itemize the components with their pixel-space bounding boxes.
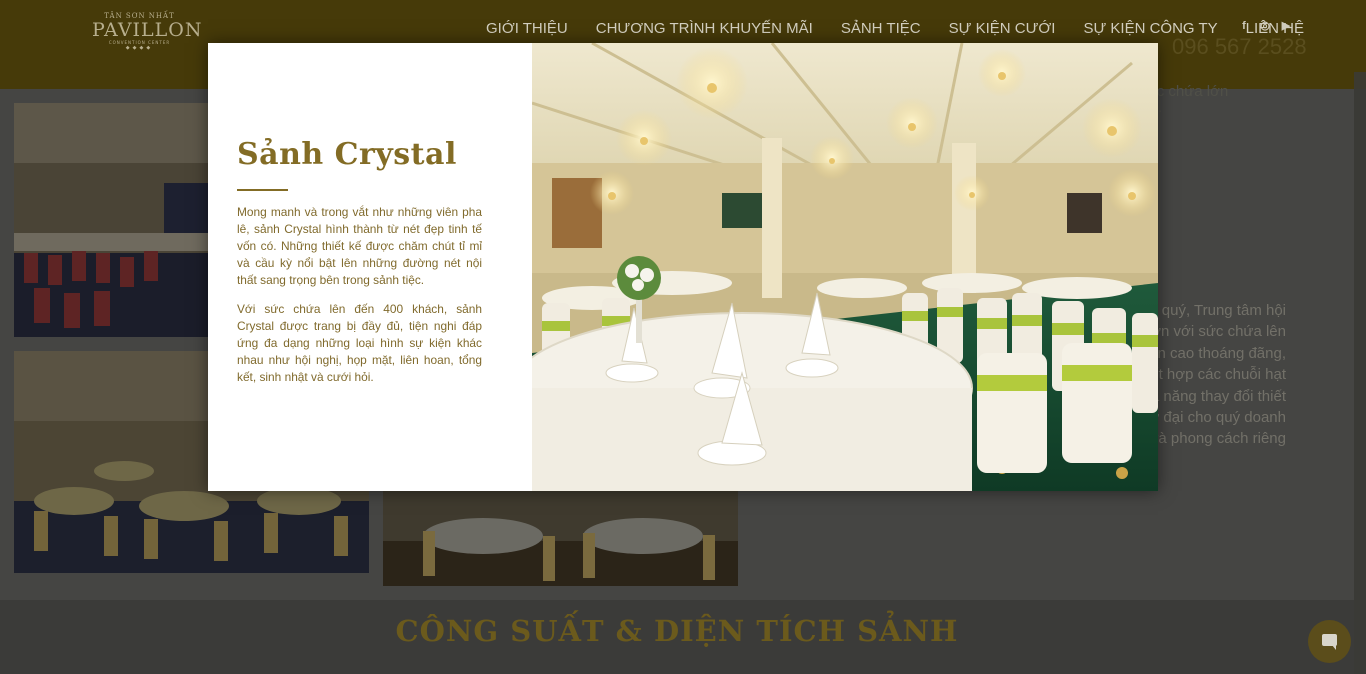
bg-text-line: n cao thoáng đãng,	[1157, 344, 1286, 362]
bg-text-line: ết hợp các chuỗi hạt	[1150, 366, 1286, 384]
bg-text-line: và phong cách riêng	[1150, 430, 1286, 448]
bg-text-line: lớn với sức chứa lên	[1147, 323, 1286, 341]
capacity-section-title: CÔNG SUẤT & DIỆN TÍCH SẢNH	[395, 614, 959, 648]
logo-dots: ◆◆◆◆	[125, 45, 154, 51]
lightbox-text-panel: Sảnh Crystal Mong manh và trong vắt như …	[208, 43, 532, 491]
bg-text-line: ả năng thay đổi thiết	[1150, 387, 1286, 405]
lightbox-photo[interactable]	[532, 43, 1158, 491]
lightbox-paragraph: Với sức chứa lên đến 400 khách, sảnh Cry…	[237, 302, 482, 385]
facebook-icon[interactable]: f	[1238, 20, 1250, 32]
bg-text-line: à quý, Trung tâm hội	[1149, 302, 1286, 319]
bg-text-line: ự đại cho quý doanh	[1149, 409, 1286, 427]
hall-description-text: à quý, Trung tâm hội lớn với sức chứa lê…	[1146, 300, 1286, 450]
header-scrollbar-strip	[1354, 72, 1366, 89]
social-links: f ◎ ▶	[1238, 20, 1292, 32]
hotline-number[interactable]: 096 567 2528	[1172, 34, 1307, 60]
lightbox-title: Sảnh Crystal	[237, 137, 457, 172]
nav-item-gioi-thieu[interactable]: GIỚI THIỆU	[486, 18, 568, 40]
nav-item-su-kien-cuoi[interactable]: SỰ KIỆN CƯỚI	[949, 18, 1056, 40]
logo-name: PAVILLON	[92, 19, 203, 41]
chat-button[interactable]	[1308, 620, 1351, 663]
chat-icon	[1322, 634, 1337, 650]
title-divider	[237, 189, 288, 191]
youtube-icon[interactable]: ▶	[1280, 20, 1292, 32]
nav-item-sanh-tiec[interactable]: SẢNH TIỆC	[841, 18, 921, 40]
ballroom-photo	[532, 43, 1158, 491]
lightbox-paragraph: Mong manh và trong vắt như những viên ph…	[237, 205, 482, 288]
hall-lightbox: Sảnh Crystal Mong manh và trong vắt như …	[208, 43, 1158, 491]
instagram-icon[interactable]: ◎	[1259, 20, 1271, 32]
hall-thumbnail[interactable]	[383, 491, 738, 586]
nav-item-khuyen-mai[interactable]: CHƯƠNG TRÌNH KHUYẾN MÃI	[596, 18, 813, 40]
site-logo[interactable]: TÂN SƠN NHẤT PAVILLON CONVENTION CENTER …	[92, 12, 203, 56]
hall-thumbnail[interactable]	[14, 103, 209, 337]
